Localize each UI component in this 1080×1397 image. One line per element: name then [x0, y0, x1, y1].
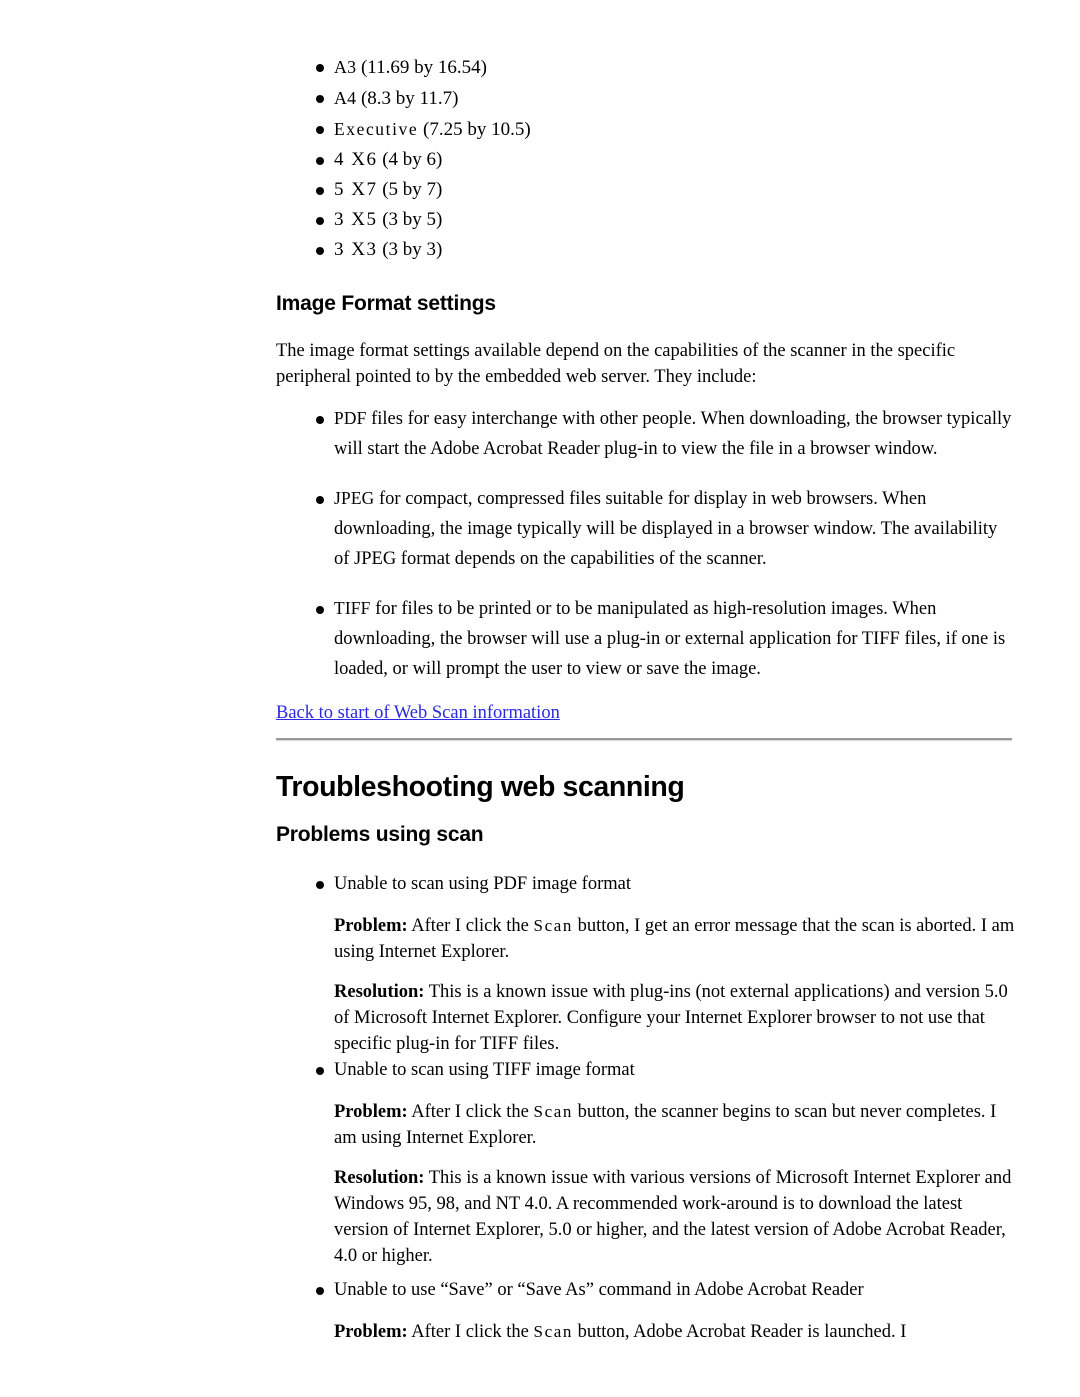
issue-problem-3: Problem: After I click the Scan button, … — [276, 1319, 1016, 1345]
list-item: Unable to scan using PDF image format — [276, 869, 1016, 899]
list-item: Executive (7.25 by 10.5) — [276, 114, 1016, 145]
format-label: JPEG — [334, 489, 375, 508]
paper-size-list: A3 (11.69 by 16.54) A4 (8.3 by 11.7) Exe… — [276, 52, 1016, 265]
issue-block-3: Unable to use “Save” or “Save As” comman… — [276, 1275, 1016, 1345]
paper-size-name: 4 X6 — [334, 149, 378, 170]
list-item: A3 (11.69 by 16.54) — [276, 52, 1016, 83]
paper-size-name: A4 — [334, 88, 357, 108]
list-item: TIFF for files to be printed or to be ma… — [276, 594, 1016, 684]
problem-label: Problem: — [334, 1102, 408, 1122]
paper-size-dimensions: (11.69 by 16.54) — [360, 57, 487, 78]
paper-size-list-container: A3 (11.69 by 16.54) A4 (8.3 by 11.7) Exe… — [276, 52, 1016, 265]
scan-button-reference: Scan — [533, 1322, 573, 1341]
format-description: for files to be printed or to be manipul… — [334, 599, 1006, 679]
paper-size-dimensions: (3 by 3) — [382, 239, 443, 260]
format-label: PDF — [334, 409, 367, 428]
paper-size-name: A3 — [334, 57, 357, 77]
resolution-label: Resolution: — [334, 982, 425, 1002]
problems-using-scan-subheading: Problems using scan — [276, 823, 484, 846]
resolution-text: This is a known issue with plug-ins (not… — [334, 982, 1008, 1054]
list-item: 3 X5 (3 by 5) — [276, 205, 1016, 235]
format-description: files for easy interchange with other pe… — [334, 409, 1012, 459]
issue-title-list-3: Unable to use “Save” or “Save As” comman… — [276, 1275, 1016, 1305]
issue-block-1: Unable to scan using PDF image format Pr… — [276, 869, 1016, 1057]
list-item: 3 X3 (3 by 3) — [276, 235, 1016, 265]
issue-block-2: Unable to scan using TIFF image format P… — [276, 1055, 1016, 1269]
resolution-label: Resolution: — [334, 1168, 425, 1188]
image-format-intro-paragraph: The image format settings available depe… — [276, 341, 956, 387]
paper-size-name: 3 X3 — [334, 239, 378, 260]
issue-title-list-2: Unable to scan using TIFF image format — [276, 1055, 1016, 1085]
resolution-text: This is a known issue with various versi… — [334, 1168, 1012, 1266]
paper-size-dimensions: (7.25 by 10.5) — [423, 119, 531, 140]
document-page: A3 (11.69 by 16.54) A4 (8.3 by 11.7) Exe… — [0, 0, 1080, 1397]
list-item: Unable to scan using TIFF image format — [276, 1055, 1016, 1085]
back-to-start-link[interactable]: Back to start of Web Scan information — [276, 703, 560, 723]
back-link-container: Back to start of Web Scan information — [276, 700, 1016, 726]
list-item: JPEG for compact, compressed files suita… — [276, 484, 1016, 574]
section-divider-container — [276, 738, 1016, 741]
horizontal-rule — [276, 738, 1012, 741]
paper-size-name: Executive — [334, 119, 419, 139]
list-item: 5 X7 (5 by 7) — [276, 175, 1016, 205]
problem-text-before: After I click the — [407, 1322, 534, 1342]
issue-title: Unable to scan using TIFF image format — [334, 1060, 635, 1080]
list-item: PDF files for easy interchange with othe… — [276, 404, 1016, 464]
paper-size-dimensions: (4 by 6) — [382, 149, 443, 170]
issue-resolution-1: Resolution: This is a known issue with p… — [276, 979, 1016, 1057]
paper-size-dimensions: (5 by 7) — [382, 179, 443, 200]
issue-title-list-1: Unable to scan using PDF image format — [276, 869, 1016, 899]
troubleshooting-heading: Troubleshooting web scanning — [276, 771, 685, 803]
image-format-list-container: PDF files for easy interchange with othe… — [276, 404, 1016, 684]
problem-label: Problem: — [334, 916, 408, 936]
list-item: Unable to use “Save” or “Save As” comman… — [276, 1275, 1016, 1305]
format-label: TIFF — [334, 599, 371, 618]
problem-text-after: button, Adobe Acrobat Reader is launched… — [572, 1322, 907, 1342]
paper-size-name: 3 X5 — [334, 209, 378, 230]
issue-title: Unable to use “Save” or “Save As” comman… — [334, 1280, 864, 1300]
problem-text-before: After I click the — [407, 916, 534, 936]
issue-resolution-2: Resolution: This is a known issue with v… — [276, 1165, 1016, 1269]
scan-button-reference: Scan — [533, 916, 573, 935]
problem-text-before: After I click the — [407, 1102, 534, 1122]
list-item: 4 X6 (4 by 6) — [276, 145, 1016, 175]
issue-problem-2: Problem: After I click the Scan button, … — [276, 1099, 1016, 1151]
image-format-settings-heading: Image Format settings — [276, 292, 496, 315]
paper-size-dimensions: (3 by 5) — [382, 209, 443, 230]
paper-size-dimensions: (8.3 by 11.7) — [360, 88, 459, 109]
paper-size-name: 5 X7 — [334, 179, 378, 200]
format-description: for compact, compressed files suitable f… — [334, 489, 998, 569]
scan-button-reference: Scan — [533, 1102, 573, 1121]
issue-problem-1: Problem: After I click the Scan button, … — [276, 913, 1016, 965]
issue-title: Unable to scan using PDF image format — [334, 874, 631, 894]
problem-label: Problem: — [334, 1322, 408, 1342]
list-item: A4 (8.3 by 11.7) — [276, 83, 1016, 114]
image-format-list: PDF files for easy interchange with othe… — [276, 404, 1016, 684]
